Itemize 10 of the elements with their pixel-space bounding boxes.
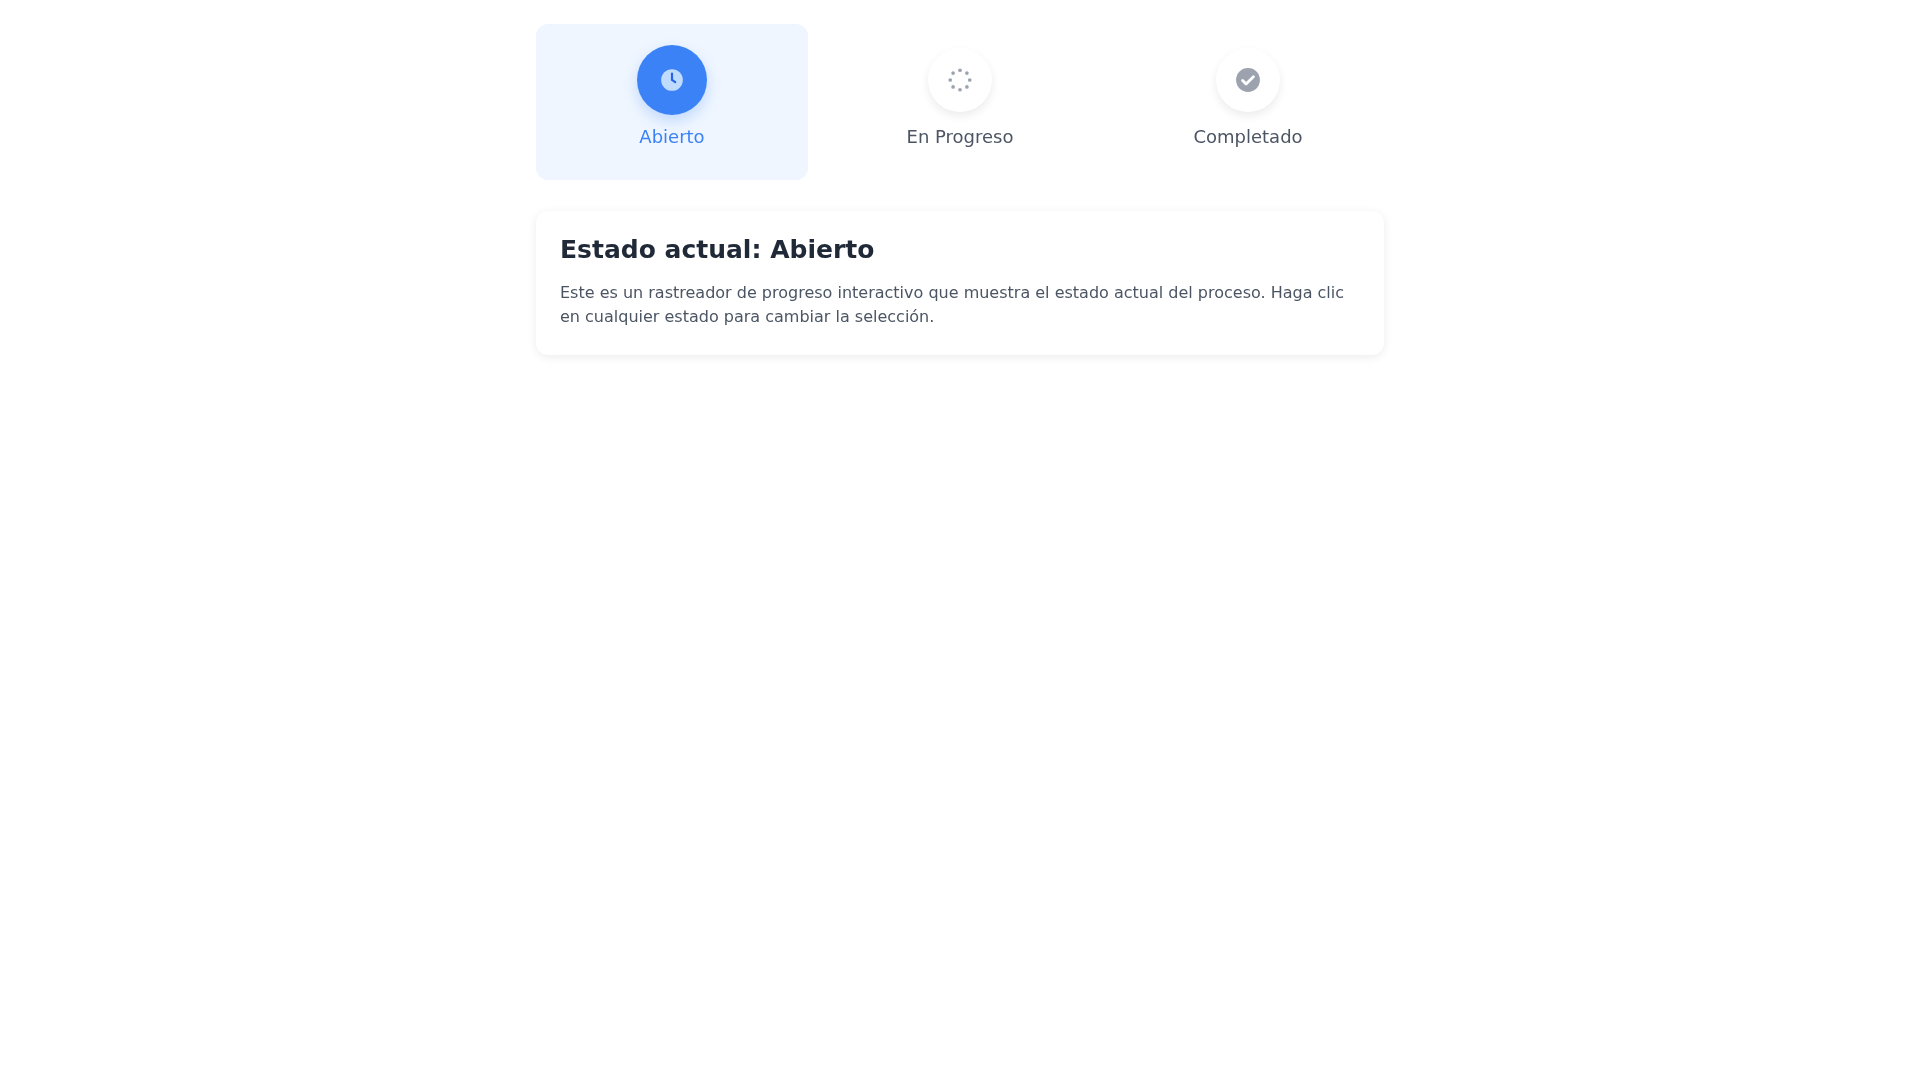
status-step[interactable]: Completado (1112, 24, 1384, 180)
status-title: Estado actual: Abierto (560, 235, 876, 264)
spinner-icon (947, 67, 973, 93)
step-label: Completado (1193, 126, 1303, 147)
clock-icon (659, 67, 685, 93)
step-label: En Progreso (906, 126, 1014, 147)
check-icon (1235, 67, 1261, 93)
status-description: Este es un rastreador de progreso interactivo que muestra el estado actual del proceso. Haga clic en cualquier estado para cambiar la selección. (560, 282, 1345, 328)
step-label: Abierto (639, 126, 705, 147)
status-step[interactable]: En Progreso (824, 24, 1096, 180)
